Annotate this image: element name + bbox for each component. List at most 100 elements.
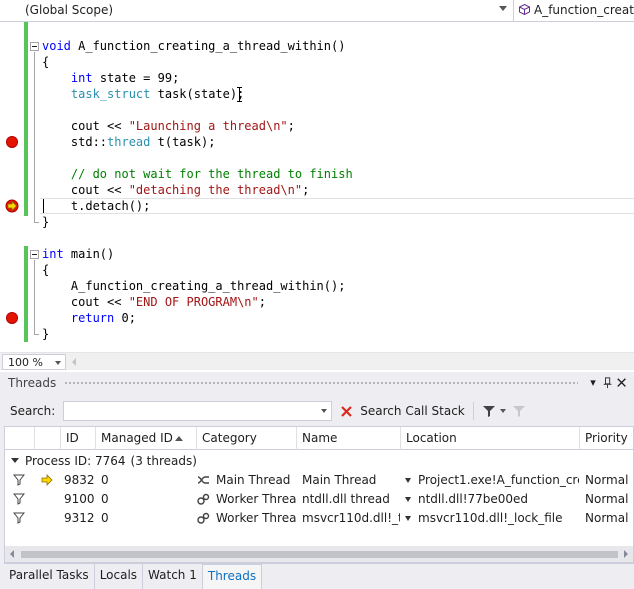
- search-call-stack-button[interactable]: Search Call Stack: [340, 404, 465, 418]
- breakpoint-icon[interactable]: [6, 136, 18, 148]
- scroll-right-icon[interactable]: [624, 550, 628, 558]
- code-token: void: [42, 39, 71, 53]
- zoom-level-value: 100 %: [8, 355, 43, 369]
- code-line[interactable]: int main(): [42, 246, 114, 262]
- code-token: }: [42, 215, 50, 229]
- code-line[interactable]: cout << "detaching the thread\n";: [42, 182, 309, 198]
- code-line[interactable]: }: [42, 214, 49, 230]
- column-header-id[interactable]: ID: [61, 427, 96, 450]
- code-line[interactable]: {: [42, 54, 49, 70]
- scroll-left-icon[interactable]: [72, 357, 76, 366]
- clear-search-icon[interactable]: [340, 405, 353, 418]
- bottom-tab-bar: Parallel Tasks Locals Watch 1 Threads: [0, 564, 634, 589]
- code-line[interactable]: t.detach();: [42, 198, 150, 214]
- location-cell[interactable]: msvcr110d.dll!_lock_file: [401, 509, 579, 528]
- column-header-category[interactable]: Category: [197, 427, 297, 450]
- member-dropdown[interactable]: A_function_creatin: [514, 0, 634, 21]
- current-column-header[interactable]: [35, 427, 61, 450]
- grid-header: ID Managed ID Category Name Location Pri…: [5, 427, 633, 450]
- scrollbar-thumb[interactable]: [21, 551, 618, 558]
- flag-column-header[interactable]: [5, 427, 35, 450]
- column-header-priority[interactable]: Priority: [580, 427, 633, 450]
- location-cell[interactable]: Project1.exe!A_function_crea: [401, 471, 579, 490]
- column-header-name[interactable]: Name: [297, 427, 401, 450]
- sort-ascending-icon: [174, 436, 183, 441]
- code-editor[interactable]: void A_function_creating_a_thread_within…: [0, 22, 634, 352]
- code-line[interactable]: }: [42, 326, 49, 342]
- code-line[interactable]: cout << "Launching a thread\n";: [42, 118, 295, 134]
- scroll-left-icon[interactable]: [10, 550, 14, 558]
- thread-id-cell: 9100: [64, 492, 94, 506]
- search-combobox[interactable]: [63, 401, 333, 421]
- priority-cell: Normal: [585, 492, 629, 506]
- location-dropdown-icon[interactable]: [405, 477, 411, 483]
- code-token: thread: [107, 135, 151, 149]
- thread-name-cell: Main Thread: [302, 473, 377, 487]
- code-line[interactable]: task_struct task(state);: [42, 86, 244, 102]
- tool-window-title: Threads: [8, 376, 57, 390]
- tab-threads[interactable]: Threads: [202, 564, 263, 589]
- scope-dropdown[interactable]: (Global Scope): [0, 0, 514, 21]
- threads-grid[interactable]: ID Managed ID Category Name Location Pri…: [4, 426, 634, 564]
- code-line[interactable]: int state = 99;: [42, 70, 179, 86]
- flag-filter-dropdown[interactable]: [482, 404, 510, 418]
- code-token: }: [42, 327, 50, 341]
- code-line[interactable]: void A_function_creating_a_thread_within…: [42, 38, 345, 54]
- chevron-down-icon: [499, 6, 507, 11]
- tab-watch-1[interactable]: Watch 1: [143, 564, 203, 589]
- breakpoint-current-statement-icon[interactable]: [5, 199, 19, 213]
- window-position-dropdown-icon[interactable]: ▾: [586, 376, 600, 390]
- thread-row[interactable]: 9100 0 Worker Thread ntdll.dll thread ntdll.…: [5, 490, 633, 509]
- unflag-filter-icon[interactable]: [512, 404, 526, 418]
- managed-id-cell: 0: [101, 511, 109, 525]
- code-token: int: [70, 71, 93, 85]
- chevron-down-icon: [55, 360, 61, 365]
- column-header-label: Priority: [585, 431, 628, 445]
- thread-row[interactable]: 9832 0 Main Thread Main Thread Project1.exe!…: [5, 471, 633, 490]
- grid-horizontal-scrollbar[interactable]: [4, 546, 634, 563]
- code-line[interactable]: std::thread t(task);: [42, 134, 216, 150]
- code-line[interactable]: cout << "END OF PROGRAM\n";: [42, 294, 266, 310]
- pin-icon[interactable]: [602, 377, 614, 389]
- collapse-main-button[interactable]: [30, 250, 39, 259]
- thread-flag-icon[interactable]: [13, 474, 25, 486]
- location-dropdown-icon[interactable]: [405, 496, 411, 502]
- main-thread-icon: [197, 476, 209, 484]
- code-token: cout <<: [70, 119, 129, 133]
- flag-filter-icon: [482, 406, 495, 417]
- code-token: "detaching the thread\n": [128, 183, 303, 197]
- thread-name-cell: ntdll.dll thread: [302, 492, 390, 506]
- chevron-down-icon[interactable]: [321, 409, 328, 413]
- location-dropdown-icon[interactable]: [405, 515, 411, 521]
- thread-flag-icon[interactable]: [13, 512, 25, 524]
- thread-row[interactable]: 9312 0 Worker Thread msvcr110d.dll!_tl msvcr…: [5, 509, 633, 528]
- code-line[interactable]: A_function_creating_a_thread_within();: [42, 278, 346, 294]
- column-header-managed-id[interactable]: Managed ID: [96, 427, 197, 450]
- column-header-location[interactable]: Location: [401, 427, 580, 450]
- location-cell[interactable]: ntdll.dll!77be00ed: [401, 490, 579, 509]
- scope-dropdown-value: (Global Scope): [25, 3, 114, 17]
- worker-thread-icon: [197, 493, 210, 505]
- code-line[interactable]: {: [42, 262, 49, 278]
- breakpoint-icon[interactable]: [6, 312, 18, 324]
- breakpoint-margin[interactable]: [0, 22, 24, 352]
- search-input[interactable]: [64, 402, 315, 420]
- tab-parallel-tasks[interactable]: Parallel Tasks: [4, 564, 95, 589]
- process-group-row[interactable]: Process ID: 7764 (3 threads): [5, 451, 633, 470]
- code-token: A_function_creating_a_thread_within(): [70, 39, 346, 53]
- close-icon[interactable]: [616, 377, 628, 389]
- thread-flag-icon[interactable]: [13, 493, 25, 505]
- code-line[interactable]: // do not wait for the thread to finish: [42, 166, 353, 182]
- code-token: t.detach();: [70, 199, 151, 213]
- tab-locals[interactable]: Locals: [95, 564, 144, 589]
- collapse-function-button[interactable]: [30, 42, 39, 51]
- zoom-level-dropdown[interactable]: 100 %: [2, 353, 66, 370]
- title-grip: [64, 380, 578, 386]
- expand-group-icon[interactable]: [11, 458, 19, 463]
- code-token: cout <<: [70, 183, 129, 197]
- tool-window-title-bar[interactable]: Threads ▾: [0, 372, 634, 394]
- code-token: state = 99;: [92, 71, 180, 85]
- code-line[interactable]: return 0;: [42, 310, 136, 326]
- column-header-label: Managed ID: [101, 431, 173, 445]
- method-cube-icon: [519, 4, 530, 15]
